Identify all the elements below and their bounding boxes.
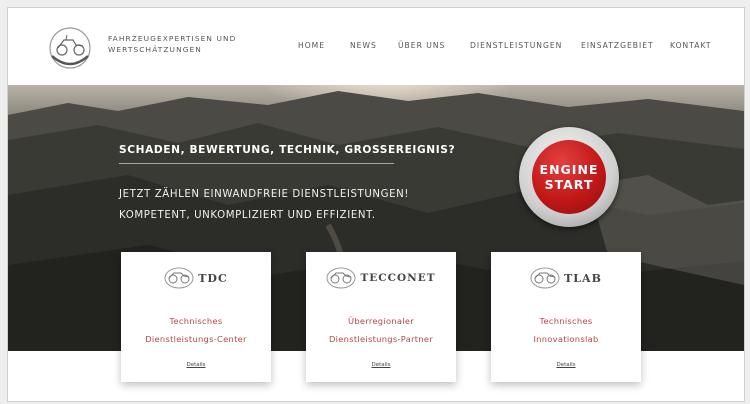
service-card-tecconet[interactable]: TECCONET Überregionaler Dienstleistungs-…	[306, 252, 456, 382]
nav-kontakt[interactable]: KONTAKT	[670, 41, 712, 50]
hero-headline: SCHADEN, BEWERTUNG, TECHNIK, GROSSEREIGN…	[119, 144, 456, 156]
hero-divider	[119, 163, 394, 164]
details-link[interactable]: Details	[306, 362, 456, 368]
card-title: Überregionaler Dienstleistungs-Partner	[306, 312, 456, 348]
card-title-line-1: Überregionaler	[347, 316, 415, 326]
card-title: Technisches Dienstleistungs-Center	[121, 312, 271, 348]
card-title-line-1: Technisches	[539, 316, 593, 326]
card-brand: TLAB	[564, 271, 602, 285]
vintage-car-icon	[530, 267, 560, 289]
nav-news[interactable]: NEWS	[350, 41, 377, 50]
details-link[interactable]: Details	[491, 362, 641, 368]
card-title-line-2: Dienstleistungs-Partner	[328, 334, 434, 344]
nav-dienstleistungen[interactable]: DIENSTLEISTUNGEN	[470, 41, 562, 50]
hero-subline: JETZT ZÄHLEN EINWANDFREIE DIENSTLEISTUNG…	[119, 184, 409, 226]
card-logo: TDC	[121, 267, 271, 297]
engine-start-button[interactable]: ENGINE START	[519, 127, 619, 227]
card-title-line-1: Technisches	[169, 316, 223, 326]
engine-start-line-1: ENGINE	[539, 162, 599, 177]
site-header: FAHRZEUGEXPERTISEN UND WERTSCHÄTZUNGEN H…	[8, 8, 744, 85]
nav-home[interactable]: HOME	[298, 41, 325, 50]
card-brand: TECCONET	[360, 272, 436, 284]
card-title: Technisches Innovationslab	[491, 312, 641, 348]
hero-subline-2: KOMPETENT, UNKOMPLIZIERT UND EFFIZIENT.	[119, 210, 376, 221]
engine-start-line-2: START	[544, 177, 594, 192]
service-card-tlab[interactable]: TLAB Technisches Innovationslab Details	[491, 252, 641, 382]
engine-start-face[interactable]: ENGINE START	[532, 140, 606, 214]
card-title-line-2: Innovationslab	[533, 334, 599, 344]
nav-ueber-uns[interactable]: ÜBER UNS	[398, 41, 445, 50]
vintage-car-icon	[164, 267, 194, 289]
card-logo: TECCONET	[306, 267, 456, 297]
card-brand: TDC	[198, 271, 228, 285]
main-nav: HOME NEWS ÜBER UNS DIENSTLEISTUNGEN EINS…	[8, 41, 744, 55]
card-logo: TLAB	[491, 267, 641, 297]
vintage-car-icon	[326, 267, 356, 289]
card-title-line-2: Dienstleistungs-Center	[145, 334, 247, 344]
nav-einsatzgebiet[interactable]: EINSATZGEBIET	[581, 41, 654, 50]
details-link[interactable]: Details	[121, 362, 271, 368]
browser-page: FAHRZEUGEXPERTISEN UND WERTSCHÄTZUNGEN H…	[7, 7, 745, 402]
service-card-tdc[interactable]: TDC Technisches Dienstleistungs-Center D…	[121, 252, 271, 382]
hero-subline-1: JETZT ZÄHLEN EINWANDFREIE DIENSTLEISTUNG…	[119, 189, 410, 200]
